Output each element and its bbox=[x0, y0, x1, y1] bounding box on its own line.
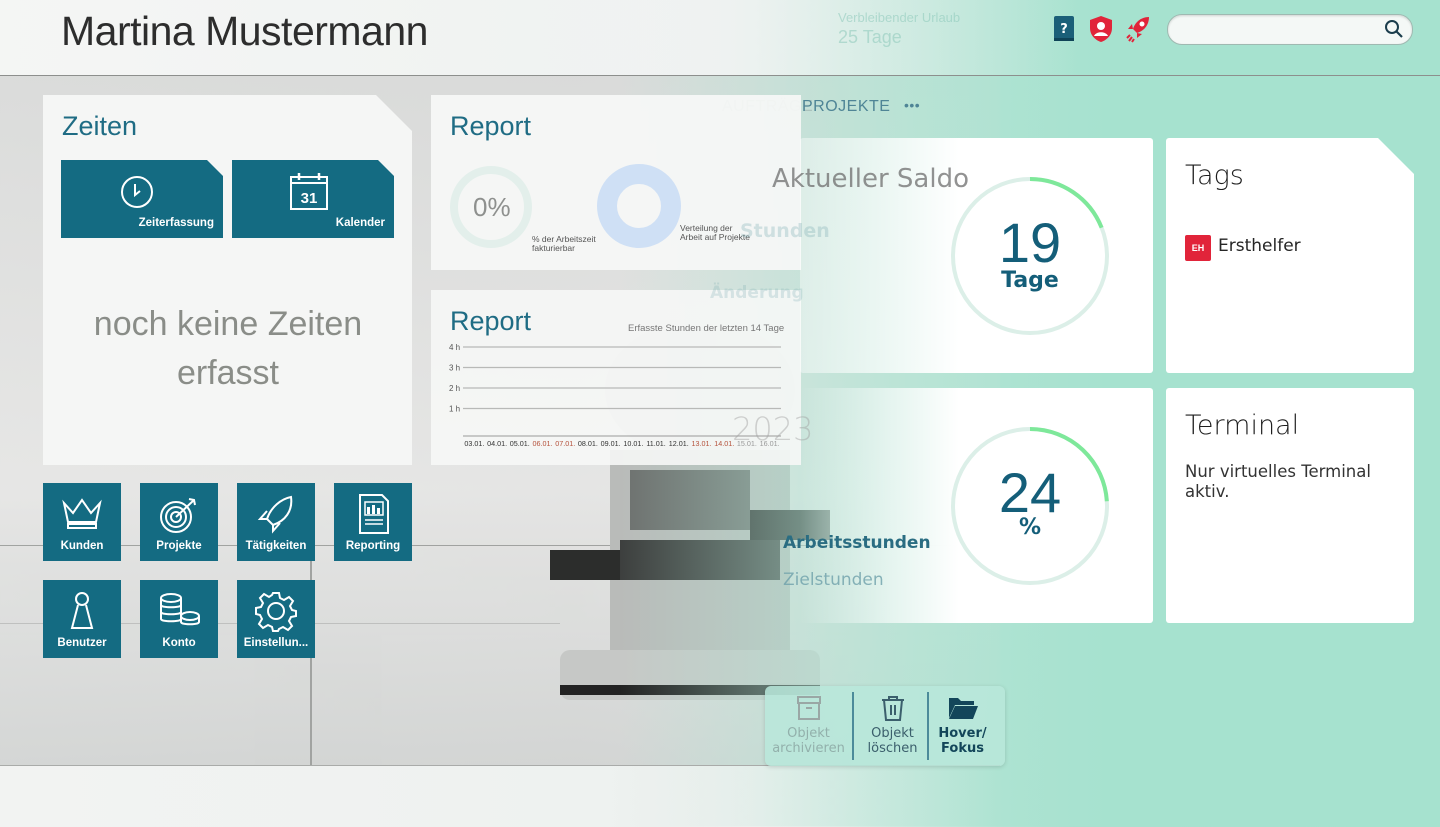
x-tick-label: 12.01. bbox=[669, 439, 689, 448]
user-shield-icon[interactable] bbox=[1089, 15, 1115, 43]
nav-tile-projekte[interactable]: Projekte bbox=[140, 483, 218, 561]
tag-badge[interactable]: EH bbox=[1185, 235, 1211, 261]
terminal-text: Nur virtuelles Terminal aktiv. bbox=[1185, 462, 1371, 501]
report-icon bbox=[359, 494, 389, 534]
report2-title: Report bbox=[450, 306, 532, 336]
gear-icon bbox=[255, 592, 297, 632]
user-name: Martina Mustermann bbox=[61, 8, 428, 54]
user-pawn-icon bbox=[70, 592, 94, 629]
rocket-icon[interactable] bbox=[1125, 15, 1151, 43]
tag-name[interactable]: Ersthelfer bbox=[1218, 236, 1301, 256]
saldo-ghost-sub1: Stunden bbox=[740, 220, 830, 242]
x-tick-label: 09.01. bbox=[601, 439, 621, 448]
saldo-value: 19 bbox=[998, 211, 1062, 274]
saldo-unit: Tage bbox=[1001, 268, 1059, 293]
saldo-ghost-sub2: Änderung bbox=[710, 283, 804, 303]
hours-ghost-target: Zielstunden bbox=[783, 570, 884, 590]
nav-tile-kunden[interactable]: Kunden bbox=[43, 483, 121, 561]
hours-card: 2023 Arbeitsstunden Zielstunden 24 % bbox=[732, 388, 1153, 623]
background-floor bbox=[0, 765, 1000, 827]
project-distribution-donut[interactable] bbox=[597, 164, 681, 248]
tags-card: Tags EH Ersthelfer bbox=[1166, 138, 1414, 373]
nav-tile-einstellungen[interactable]: Einstellun... bbox=[237, 580, 315, 658]
search-field[interactable] bbox=[1167, 14, 1413, 45]
x-tick-label: 05.01. bbox=[510, 439, 530, 448]
report-billable-card: Report 0% % der Arbeitszeit fakturierbar… bbox=[431, 95, 801, 270]
terminal-card: Terminal Nur virtuelles Terminal aktiv. bbox=[1166, 388, 1414, 623]
search-icon[interactable] bbox=[1384, 19, 1404, 43]
y-tick-label: 3 h bbox=[449, 364, 460, 373]
tags-title: Tags bbox=[1185, 160, 1244, 191]
calendar-icon: 31 bbox=[289, 171, 329, 211]
action-divider bbox=[852, 692, 854, 760]
ghost-vacation: Verbleibender Urlaub 25 Tage bbox=[838, 10, 961, 47]
archive-box-icon bbox=[796, 696, 821, 720]
target-icon bbox=[160, 498, 196, 533]
x-tick-label: 10.01. bbox=[623, 439, 643, 448]
billable-percent: 0% bbox=[473, 192, 511, 222]
archive-object-button[interactable]: Objekt archivieren bbox=[771, 690, 846, 760]
help-book-icon[interactable]: ? bbox=[1053, 15, 1079, 43]
terminal-title: Terminal bbox=[1185, 410, 1300, 441]
tab-projekte[interactable]: PROJEKTE bbox=[802, 98, 890, 116]
svg-text:31: 31 bbox=[301, 190, 318, 207]
trash-icon bbox=[881, 696, 904, 721]
hours-ghost-year: 2023 bbox=[732, 410, 814, 448]
header: Martina Mustermann Verbleibender Urlaub … bbox=[0, 0, 1440, 76]
saldo-card: Aktueller Saldo Stunden Änderung 19 Tage bbox=[710, 138, 1153, 373]
zeiten-card: Zeiten Zeiterfassung 31 Kalender noch ke… bbox=[43, 95, 412, 465]
report1-title: Report bbox=[450, 111, 532, 141]
tab-more-button[interactable]: ••• bbox=[904, 97, 920, 113]
y-tick-label: 1 h bbox=[449, 405, 460, 414]
zeiten-title: Zeiten bbox=[62, 111, 138, 141]
zeiterfassung-tile[interactable]: Zeiterfassung bbox=[61, 160, 223, 238]
crown-icon bbox=[62, 498, 102, 529]
nav-tile-konto[interactable]: Konto bbox=[140, 580, 218, 658]
hover-focus-button[interactable]: Hover/ Fokus bbox=[925, 690, 1000, 760]
saldo-ghost-title: Aktueller Saldo bbox=[772, 164, 969, 194]
chart-subtitle: Erfasste Stunden der letzten 14 Tage bbox=[628, 323, 785, 334]
kalender-tile[interactable]: 31 Kalender bbox=[232, 160, 394, 238]
action-bar: Objekt archivieren Objekt löschen Hover/… bbox=[765, 686, 1005, 766]
empty-state-message: noch keine Zeiten erfasst bbox=[93, 305, 363, 392]
x-tick-label: 13.01. bbox=[692, 439, 712, 448]
x-tick-label: 11.01. bbox=[646, 439, 665, 448]
x-tick-label: 06.01. bbox=[533, 439, 553, 448]
y-tick-label: 2 h bbox=[449, 384, 460, 393]
x-tick-label: 07.01. bbox=[555, 439, 575, 448]
kalender-label: Kalender bbox=[335, 217, 385, 229]
delete-object-button[interactable]: Objekt löschen bbox=[855, 690, 930, 760]
y-tick-label: 4 h bbox=[449, 343, 460, 352]
x-tick-label: 04.01. bbox=[487, 439, 507, 448]
folder-open-icon bbox=[948, 698, 978, 719]
search-input[interactable] bbox=[1180, 15, 1384, 44]
zeiterfassung-label: Zeiterfassung bbox=[138, 217, 214, 229]
nav-tile-taetigkeiten[interactable]: Tätigkeiten bbox=[237, 483, 315, 561]
coins-icon bbox=[160, 593, 200, 626]
rocket-icon bbox=[257, 495, 293, 534]
hours-ghost-worked: Arbeitsstunden bbox=[783, 533, 931, 553]
hours-unit: % bbox=[1018, 515, 1042, 540]
clock-icon bbox=[119, 174, 155, 210]
nav-tile-benutzer[interactable]: Benutzer bbox=[43, 580, 121, 658]
nav-tile-reporting[interactable]: Reporting bbox=[334, 483, 412, 561]
x-tick-label: 03.01. bbox=[464, 439, 484, 448]
x-tick-label: 08.01. bbox=[578, 439, 598, 448]
svg-text:?: ? bbox=[1060, 22, 1068, 37]
